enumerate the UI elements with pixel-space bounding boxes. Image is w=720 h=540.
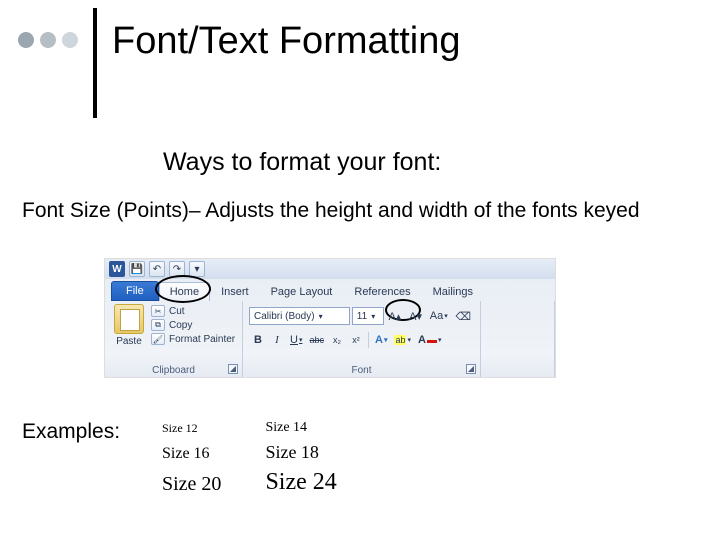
bullet-3 <box>62 32 78 48</box>
font-size-combo[interactable]: 11▾ <box>352 307 384 325</box>
italic-button[interactable]: I <box>268 331 286 349</box>
tab-page-layout[interactable]: Page Layout <box>260 282 344 301</box>
title-bullets <box>18 32 78 48</box>
clipboard-group-label: Clipboard◢ <box>105 365 242 376</box>
tab-references[interactable]: References <box>343 282 421 301</box>
clipboard-dialog-launcher[interactable]: ◢ <box>228 364 238 374</box>
bold-button[interactable]: B <box>249 331 267 349</box>
qat-redo-button[interactable]: ↷ <box>169 261 185 277</box>
qat-customize-button[interactable]: ▾ <box>189 261 205 277</box>
chevron-down-icon: ▾ <box>319 312 323 321</box>
font-group-label: Font◢ <box>243 365 480 376</box>
slide-title: Font/Text Formatting <box>112 20 460 63</box>
quick-access-toolbar: W 💾 ↶ ↷ ▾ <box>105 259 555 279</box>
group-paragraph-partial <box>481 301 555 377</box>
font-dialog-launcher[interactable]: ◢ <box>466 364 476 374</box>
examples-table: Size 12 Size 14 Size 16 Size 18 Size 20 … <box>160 416 381 500</box>
font-color-swatch <box>427 340 437 343</box>
shrink-font-button[interactable]: A▾ <box>406 307 425 325</box>
highlight-button[interactable]: ab▾ <box>391 331 414 349</box>
font-family-combo[interactable]: Calibri (Body)▾ <box>249 307 350 325</box>
paste-icon[interactable] <box>114 304 144 334</box>
scissors-icon: ✂ <box>151 305 165 317</box>
example-size-16: Size 16 <box>162 440 263 465</box>
cut-button[interactable]: ✂Cut <box>151 304 236 318</box>
bullet-2 <box>40 32 56 48</box>
example-size-14: Size 14 <box>265 418 378 438</box>
strikethrough-button[interactable]: abc <box>306 331 327 349</box>
qat-undo-button[interactable]: ↶ <box>149 261 165 277</box>
description-text: Font Size (Points)– Adjusts the height a… <box>22 198 642 224</box>
separator <box>368 332 369 348</box>
paste-button[interactable]: Paste <box>111 336 147 347</box>
text-effects-button[interactable]: A▾ <box>372 331 390 349</box>
example-size-12: Size 12 <box>162 418 263 438</box>
tab-file[interactable]: File <box>111 281 159 301</box>
word-ribbon: W 💾 ↶ ↷ ▾ File Home Insert Page Layout R… <box>104 258 556 378</box>
ribbon-tabs: File Home Insert Page Layout References … <box>105 279 555 301</box>
copy-icon: ⧉ <box>151 319 165 331</box>
grow-font-button[interactable]: A▴ <box>386 307 405 325</box>
title-divider <box>93 8 97 118</box>
example-size-24: Size 24 <box>265 467 378 498</box>
chevron-down-icon: ▾ <box>371 312 375 321</box>
change-case-button[interactable]: Aa▾ <box>427 307 451 325</box>
slide-subtitle: Ways to format your font: <box>163 148 441 177</box>
clear-formatting-button[interactable]: ⌫ <box>453 307 474 325</box>
subscript-button[interactable]: x₂ <box>328 331 346 349</box>
group-clipboard: Paste ✂Cut ⧉Copy 🖌Format Painter Clipboa… <box>105 301 243 377</box>
font-color-button[interactable]: A▾ <box>415 331 444 349</box>
example-size-20: Size 20 <box>162 467 263 498</box>
tab-home[interactable]: Home <box>159 282 210 301</box>
format-painter-button[interactable]: 🖌Format Painter <box>151 332 236 346</box>
superscript-button[interactable]: x² <box>347 331 365 349</box>
group-font: Calibri (Body)▾ 11▾ A▴ A▾ Aa▾ ⌫ B I U▾ a… <box>243 301 481 377</box>
brush-icon: 🖌 <box>151 333 165 345</box>
ribbon-groups: Paste ✂Cut ⧉Copy 🖌Format Painter Clipboa… <box>105 301 555 377</box>
bullet-1 <box>18 32 34 48</box>
tab-mailings[interactable]: Mailings <box>422 282 484 301</box>
example-size-18: Size 18 <box>265 440 378 465</box>
examples-label: Examples: <box>22 420 120 444</box>
word-app-icon: W <box>109 261 125 277</box>
qat-save-button[interactable]: 💾 <box>129 261 145 277</box>
underline-button[interactable]: U▾ <box>287 331 305 349</box>
tab-insert[interactable]: Insert <box>210 282 260 301</box>
copy-button[interactable]: ⧉Copy <box>151 318 236 332</box>
